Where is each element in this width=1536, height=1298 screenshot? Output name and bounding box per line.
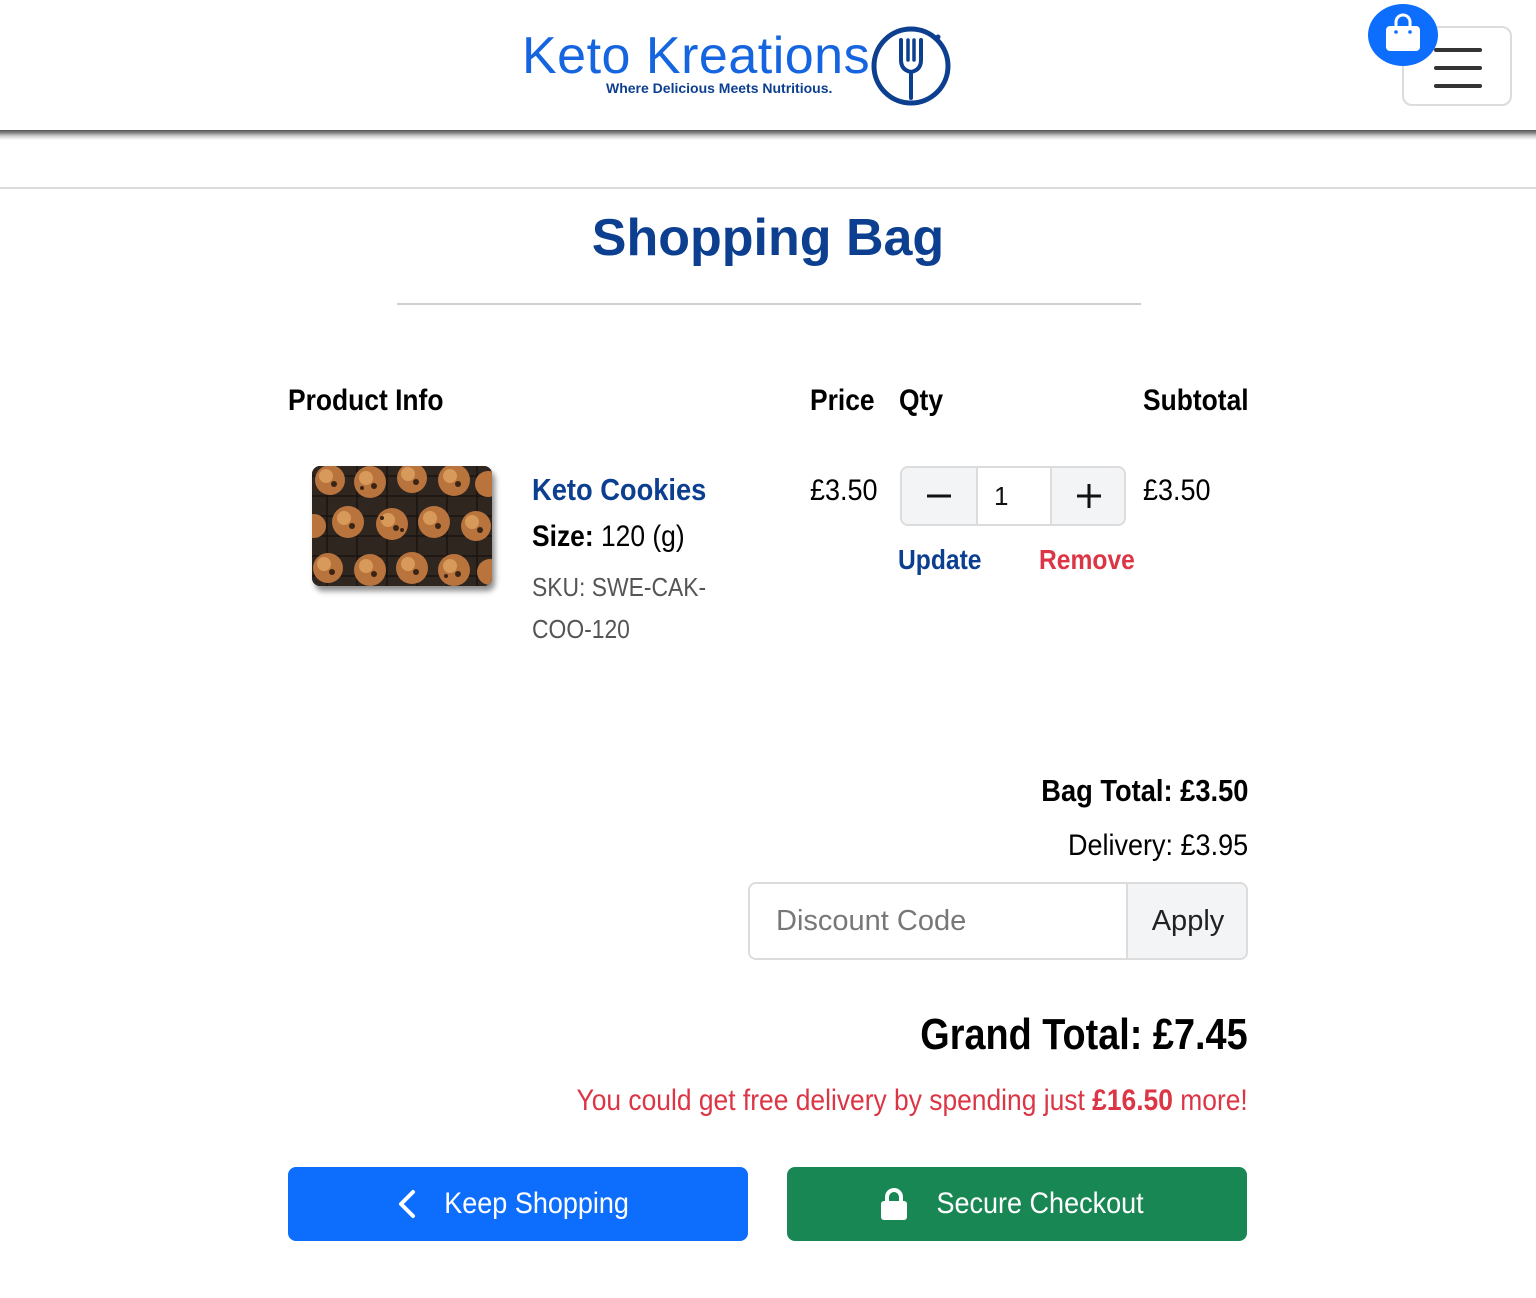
title-divider xyxy=(397,303,1141,305)
free-delivery-prefix: You could get free delivery by spending … xyxy=(576,1084,1086,1117)
product-size: Size: 120 (g) xyxy=(532,520,685,554)
remove-link[interactable]: Remove xyxy=(1039,544,1135,576)
page-title: Shopping Bag xyxy=(591,209,945,267)
logo-name: Keto Kreations xyxy=(522,27,871,85)
header-subtotal: Subtotal xyxy=(1143,384,1249,417)
product-subtotal: £3.50 xyxy=(1143,474,1211,507)
size-value: 120 (g) xyxy=(600,520,685,553)
quantity-input[interactable] xyxy=(980,468,1050,524)
hamburger-menu-icon xyxy=(1434,48,1482,52)
header-qty: Qty xyxy=(899,384,944,417)
free-delivery-message: You could get free delivery by spending … xyxy=(577,1084,1248,1118)
product-image xyxy=(312,466,492,586)
size-label: Size: xyxy=(532,520,594,553)
keep-shopping-button[interactable]: Keep Shopping xyxy=(288,1167,748,1241)
divider xyxy=(0,187,1536,189)
secure-checkout-label: Secure Checkout xyxy=(936,1187,1144,1220)
site-header: Keto Kreations Where Delicious Meets Nut… xyxy=(0,0,1536,132)
product-name-link[interactable]: Keto Cookies xyxy=(532,472,706,508)
plus-icon xyxy=(1077,484,1101,508)
bag-total: Bag Total: £3.50 xyxy=(1040,773,1248,808)
cookies-image xyxy=(312,466,492,586)
apply-discount-button[interactable]: Apply xyxy=(1126,884,1246,958)
discount-code-input[interactable] xyxy=(750,884,1126,958)
free-delivery-amount: £16.50 xyxy=(1092,1084,1174,1117)
product-price: £3.50 xyxy=(810,474,878,507)
shopping-bag-icon xyxy=(1386,13,1420,51)
update-link[interactable]: Update xyxy=(898,544,982,576)
header-product-info: Product Info xyxy=(288,384,444,417)
grand-total: Grand Total: £7.45 xyxy=(920,1010,1248,1059)
decrement-button[interactable] xyxy=(902,468,978,524)
header-price: Price xyxy=(810,384,875,417)
secure-checkout-button[interactable]: Secure Checkout xyxy=(787,1167,1247,1241)
site-logo[interactable]: Keto Kreations Where Delicious Meets Nut… xyxy=(520,22,960,112)
keep-shopping-label: Keep Shopping xyxy=(444,1187,630,1220)
minus-icon xyxy=(927,494,951,498)
product-sku: SKU: SWE-CAK-COO-120 xyxy=(532,572,707,644)
free-delivery-suffix: more! xyxy=(1180,1084,1248,1117)
chevron-left-icon xyxy=(399,1190,416,1218)
logo-tagline: Where Delicious Meets Nutritious. xyxy=(606,80,833,96)
fork-icon xyxy=(871,26,951,106)
shopping-bag-button[interactable] xyxy=(1368,4,1438,66)
quantity-stepper xyxy=(900,466,1126,526)
lock-icon xyxy=(880,1188,907,1220)
discount-form: Apply xyxy=(748,882,1248,960)
delivery-cost: Delivery: £3.95 xyxy=(1067,829,1248,862)
increment-button[interactable] xyxy=(1050,468,1124,524)
